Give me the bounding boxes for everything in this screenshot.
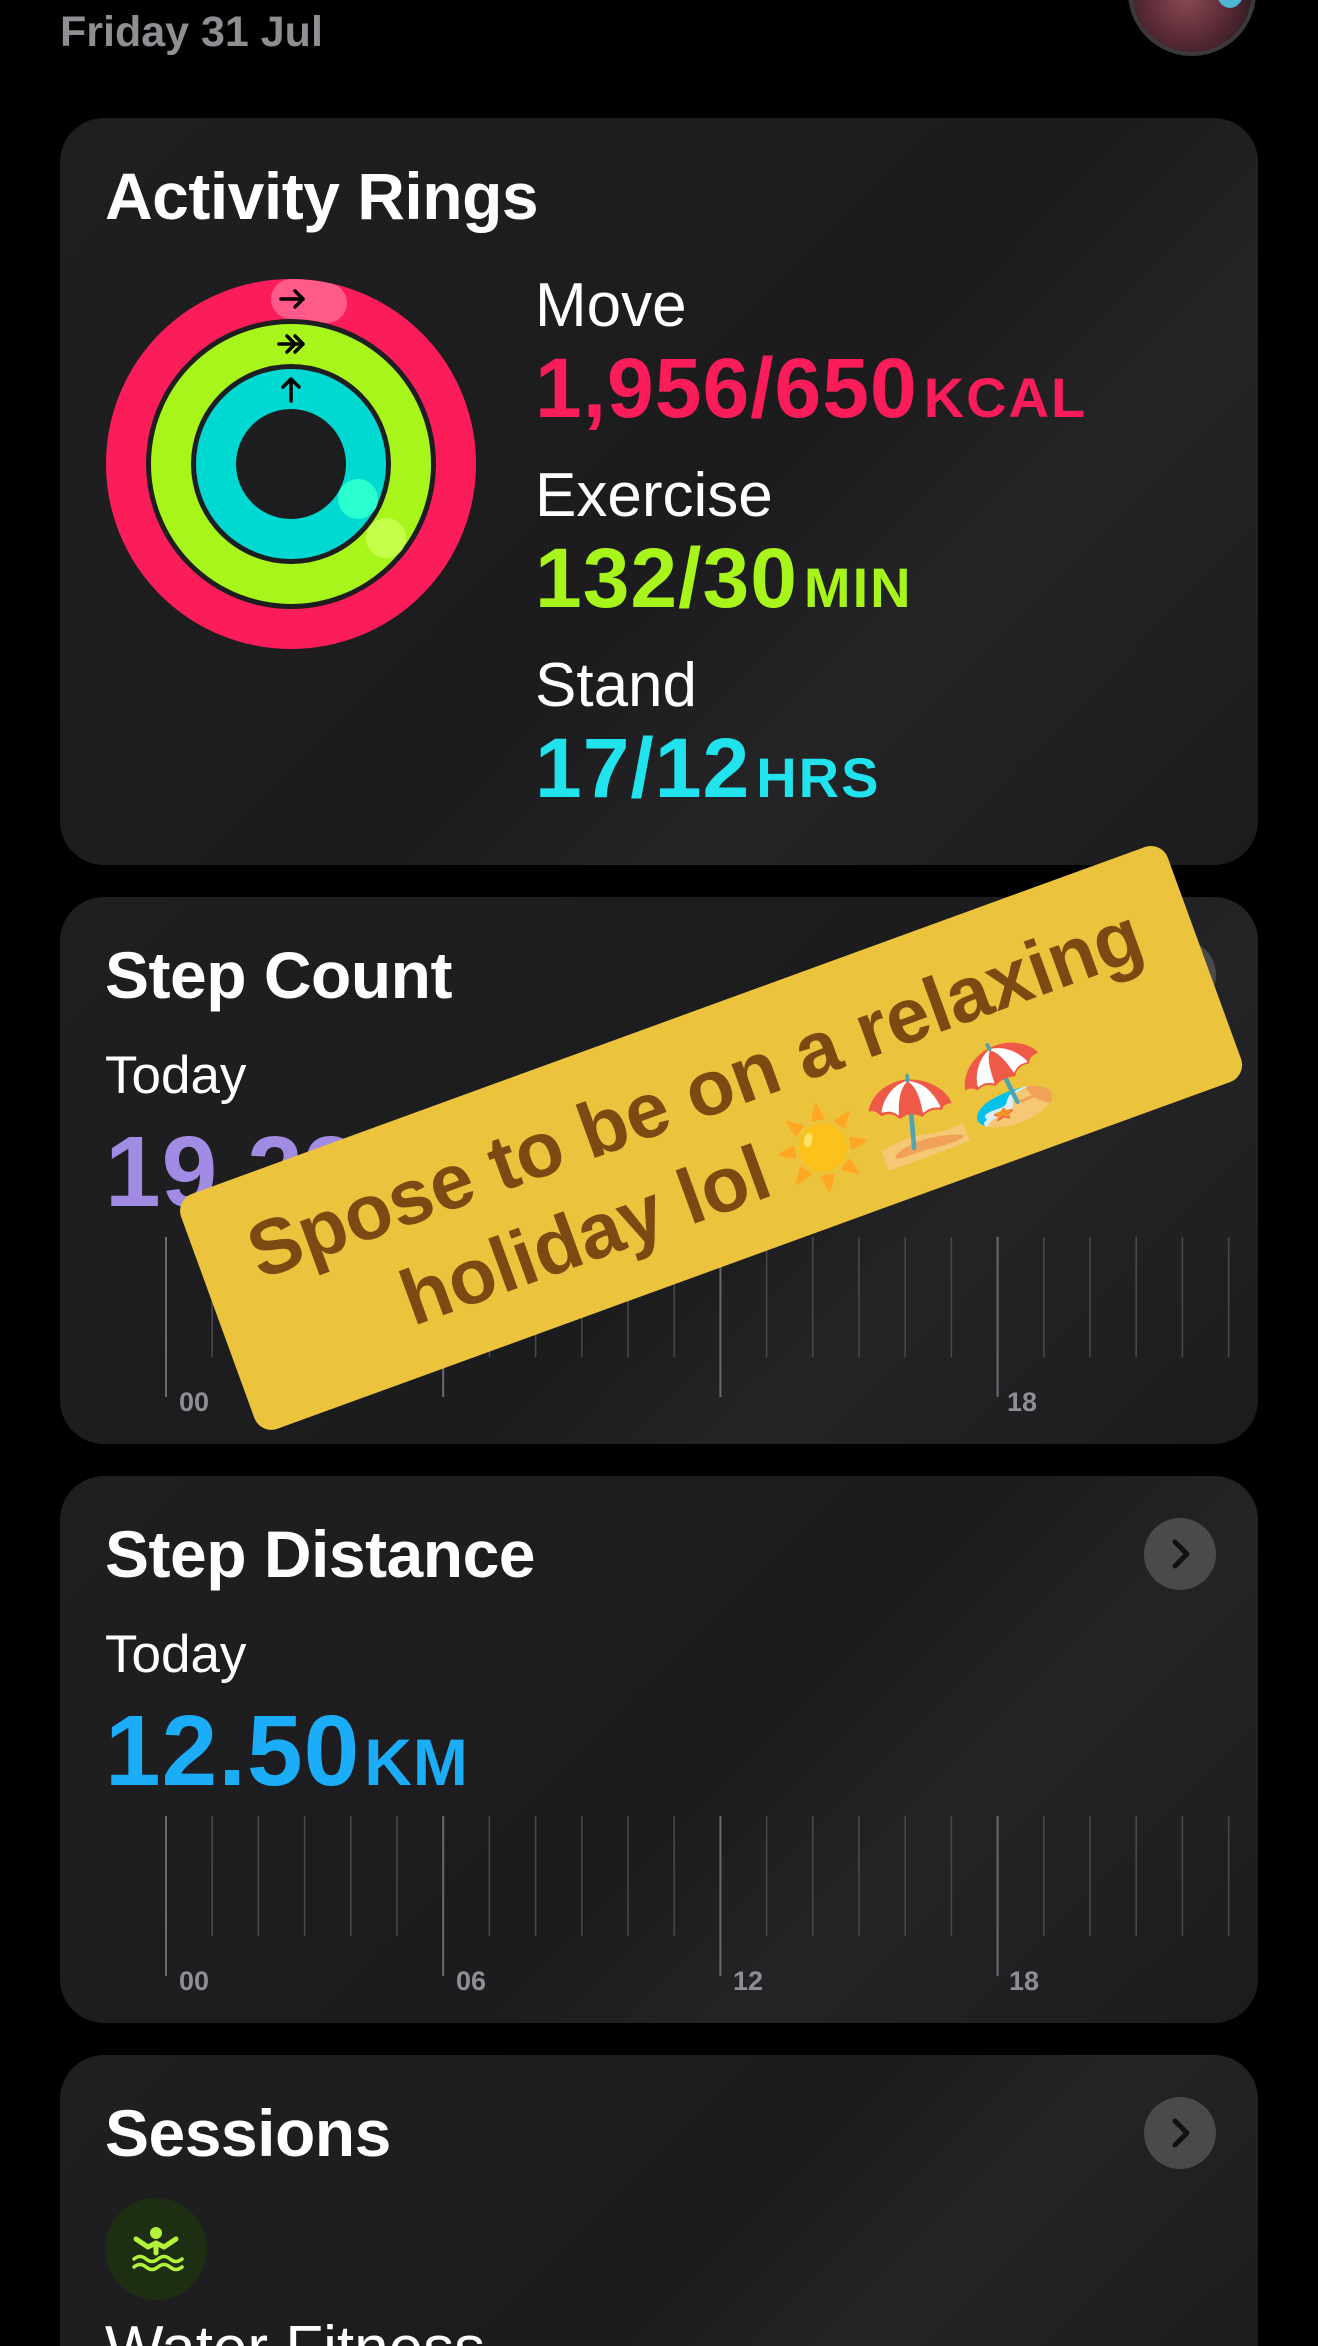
activity-rings-title: Activity Rings [105, 159, 539, 233]
exercise-label: Exercise [535, 461, 773, 530]
profile-avatar[interactable] [1128, 0, 1256, 56]
distance-axis-label-12: 12 [733, 1966, 763, 1996]
step-distance-card[interactable]: Step Distance Today 12.50KM 00 06 12 18 [60, 1476, 1258, 2023]
move-value-row: 1,956/650 KCAL [535, 340, 1087, 437]
step-distance-value-row: 12.50KM [105, 1694, 469, 1809]
distance-axis-label-18: 18 [1009, 1966, 1039, 1996]
stand-value-row: 17/12 HRS [535, 720, 880, 817]
stand-ring-end [338, 479, 378, 519]
move-unit: KCAL [923, 366, 1088, 429]
step-count-title: Step Count [105, 938, 452, 1012]
sessions-title: Sessions [105, 2096, 391, 2170]
fitness-summary-screen: Friday 31 Jul Activity Rings Move 1,956/… [0, 0, 1318, 2346]
activity-rings-card[interactable]: Activity Rings Move 1,956/650 KCAL Exerci… [60, 118, 1258, 865]
sessions-card[interactable]: Sessions Water Fitness [60, 2055, 1258, 2346]
step-distance-chevron-button[interactable] [1144, 1518, 1216, 1590]
stand-ring [196, 369, 386, 559]
step-count-period: Today [105, 1046, 247, 1105]
step-distance-period: Today [105, 1625, 247, 1684]
exercise-ring-end [366, 518, 406, 558]
date-subtitle: Friday 31 Jul [60, 8, 323, 56]
chevron-right-icon [1172, 1539, 1190, 1569]
water-fitness-icon [105, 2198, 207, 2300]
sessions-chevron-button[interactable] [1144, 2097, 1216, 2169]
step-axis-label-00: 00 [179, 1387, 209, 1417]
stand-value: 17/12 [535, 721, 751, 815]
exercise-value-row: 132/30 MIN [535, 530, 913, 627]
distance-axis-label-00: 00 [179, 1966, 209, 1996]
avatar-photo-detail [1216, 0, 1244, 8]
step-distance-value: 12.50 [105, 1695, 361, 1807]
step-distance-unit: KM [364, 1725, 469, 1799]
session-item-name[interactable]: Water Fitness [105, 2313, 485, 2346]
step-distance-title: Step Distance [105, 1517, 535, 1591]
move-value: 1,956/650 [535, 341, 918, 435]
distance-axis-label-06: 06 [456, 1966, 486, 1996]
step-axis-label-18: 18 [1007, 1387, 1037, 1417]
activity-rings-graphic [106, 279, 476, 649]
chevron-right-icon [1172, 2118, 1190, 2148]
stand-unit: HRS [756, 746, 881, 809]
exercise-value: 132/30 [535, 531, 798, 625]
move-label: Move [535, 271, 687, 340]
step-distance-hourly-chart: 00 06 12 18 [165, 1816, 1230, 1996]
stand-label: Stand [535, 651, 698, 720]
exercise-unit: MIN [803, 556, 913, 619]
